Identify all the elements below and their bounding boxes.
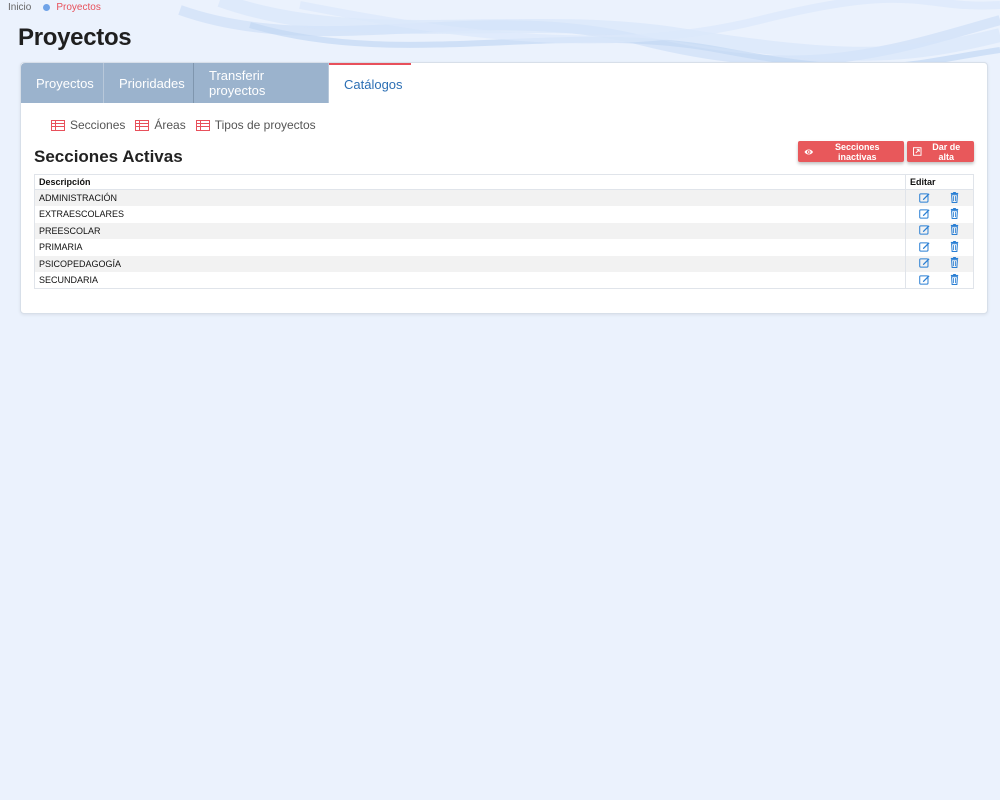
breadcrumb-current: Proyectos	[56, 2, 101, 13]
tab-transferir-proyectos[interactable]: Transferir proyectos	[194, 63, 329, 103]
row-action-icons	[910, 191, 969, 205]
edit-icon[interactable]	[919, 208, 930, 221]
row-action-icons	[910, 273, 969, 287]
section-title: Secciones Activas	[34, 147, 183, 166]
inactive-sections-label: Secciones inactivas	[834, 141, 880, 162]
row-description: PRIMARIA	[39, 242, 83, 253]
row-actions	[905, 189, 974, 206]
edit-icon[interactable]	[919, 274, 930, 287]
sections-table: Descripción Editar ADMINISTRACIÓN EXTRAES…	[34, 174, 974, 289]
subnav-item-secciones[interactable]: Secciones	[51, 118, 125, 132]
row-action-icons	[910, 257, 969, 270]
subnav-label: Áreas	[154, 118, 186, 132]
table-row: PSICOPEDAGOGÍA	[34, 255, 974, 272]
row-description: EXTRAESCOLARES	[39, 209, 125, 220]
trash-icon[interactable]	[949, 240, 960, 254]
table-row: SECUNDARIA	[35, 272, 974, 289]
row-actions	[905, 206, 974, 223]
row-actions	[905, 272, 974, 289]
page-title: Proyectos	[18, 24, 132, 51]
trash-icon[interactable]	[949, 207, 960, 221]
add-section-button[interactable]: Dar de alta	[907, 141, 974, 162]
row-description: SECUNDARIA	[39, 275, 99, 285]
edit-icon[interactable]	[919, 192, 930, 205]
tab-bar: Proyectos Prioridades Transferir proyect…	[21, 63, 987, 103]
catalog-subnav: Secciones Áreas Tipos de proyectos	[51, 118, 316, 132]
row-action-icons	[910, 207, 969, 221]
table-row: EXTRAESCOLARES	[35, 206, 974, 223]
row-description: ADMINISTRACIÓN	[34, 189, 906, 206]
table-row: PREESCOLAR	[34, 222, 974, 239]
column-header-description: Descripción	[34, 174, 906, 190]
table-row: ADMINISTRACIÓN	[34, 189, 974, 206]
subnav-label: Tipos de proyectos	[214, 118, 316, 132]
table-row: PRIMARIA	[35, 239, 974, 256]
main-card: Proyectos Prioridades Transferir proyect…	[20, 62, 988, 314]
column-header-edit: Editar	[905, 174, 974, 190]
row-actions	[905, 239, 974, 256]
subnav-label: Secciones	[70, 118, 126, 132]
trash-icon[interactable]	[949, 273, 960, 287]
edit-icon[interactable]	[919, 257, 930, 270]
inactive-sections-button[interactable]: Secciones inactivas	[798, 141, 904, 162]
subnav-item-areas[interactable]: Áreas	[135, 118, 186, 132]
trash-icon[interactable]	[949, 257, 960, 270]
table-icon	[195, 119, 210, 131]
tab-catalogos[interactable]: Catálogos	[329, 63, 411, 103]
table-body: ADMINISTRACIÓN EXTRAESCOLARES PREESCOLAR PR…	[34, 189, 974, 289]
add-section-label: Dar de alta	[932, 141, 961, 162]
tab-proyectos[interactable]: Proyectos	[21, 63, 104, 103]
table-header-row: Descripción Editar	[34, 174, 974, 190]
subnav-item-tipos-de-proyectos[interactable]: Tipos de proyectos	[195, 118, 316, 132]
eye-icon	[804, 149, 814, 154]
trash-icon[interactable]	[949, 224, 960, 237]
row-description: PREESCOLAR	[34, 222, 906, 239]
edit-icon[interactable]	[919, 224, 930, 237]
header-wave-decoration	[178, 0, 1000, 70]
row-action-icons	[910, 240, 969, 254]
external-link-icon	[913, 147, 922, 156]
edit-icon[interactable]	[919, 241, 930, 254]
row-actions	[905, 222, 974, 239]
row-description: PSICOPEDAGOGÍA	[34, 255, 906, 272]
row-action-icons	[910, 224, 969, 237]
tab-prioridades[interactable]: Prioridades	[104, 63, 194, 103]
breadcrumb-home-link[interactable]: Inicio	[8, 2, 31, 13]
trash-icon[interactable]	[949, 191, 960, 205]
table-icon	[51, 119, 65, 131]
row-actions	[905, 255, 974, 272]
breadcrumb-separator-icon	[43, 4, 51, 11]
breadcrumb: Inicio Proyectos	[8, 2, 101, 13]
table-icon	[135, 119, 150, 131]
